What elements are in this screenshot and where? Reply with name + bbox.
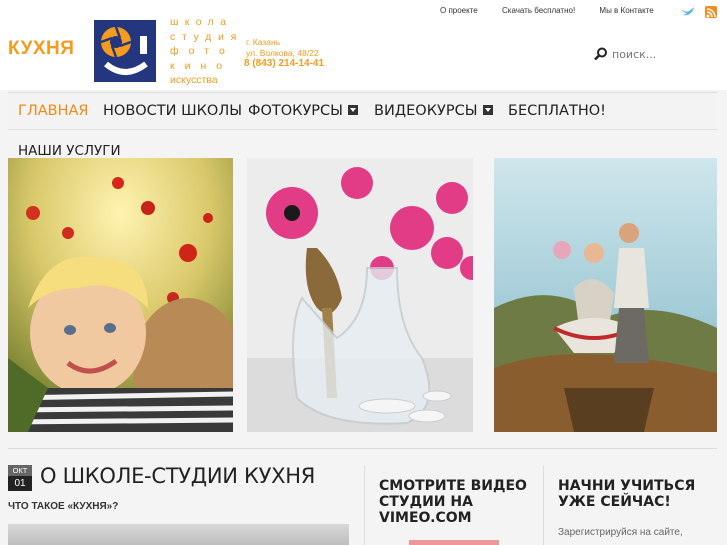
post-date-month: ОКТ: [8, 465, 32, 476]
nav-item-free[interactable]: БЕСПЛАТНО!: [508, 103, 606, 119]
widget-vimeo-title: СМОТРИТЕ ВИДЕО СТУДИИ НА VIMEO.COM: [379, 478, 527, 526]
widget-start-learning: НАЧНИ УЧИТЬСЯ УЖЕ СЕЙЧАС! Зарегистрируйс…: [543, 466, 717, 545]
logo-tagline: школа студия фото кино искусства: [170, 15, 240, 88]
address: г. Казань ул. Волкова, 48/22: [246, 37, 319, 59]
content-divider: [8, 448, 717, 449]
post-date: ОКТ 01: [8, 465, 32, 491]
post-subtitle: ЧТО ТАКОЕ «КУХНЯ»?: [8, 501, 119, 512]
search-box: [590, 44, 720, 64]
nav-item-video-courses[interactable]: ВИДЕОКУРСЫ: [374, 103, 493, 119]
widget-vimeo-title-line: СМОТРИТЕ ВИДЕО: [379, 478, 527, 494]
nav-item-photo-courses[interactable]: ФОТОКУРСЫ: [248, 103, 358, 119]
nav-item-services[interactable]: НАШИ УСЛУГИ: [18, 143, 121, 159]
logo-line-school: школа: [170, 16, 233, 28]
post-date-day: 01: [8, 476, 32, 491]
dropdown-caret-icon: [482, 105, 493, 115]
twitter-bird-icon[interactable]: [680, 6, 695, 18]
nav-label-video-courses: ВИДЕОКУРСЫ: [374, 103, 478, 119]
widget-vimeo-title-line: VIMEO.COM: [379, 510, 472, 526]
nav-item-news[interactable]: НОВОСТИ ШКОЛЫ: [103, 103, 242, 119]
nav-item-home[interactable]: ГЛАВНАЯ: [18, 103, 89, 119]
logo-line-cinema: кино: [170, 59, 233, 72]
widget-vimeo: СМОТРИТЕ ВИДЕО СТУДИИ НА VIMEO.COM: [364, 466, 542, 545]
gallery-photo-flask[interactable]: [247, 158, 473, 432]
widget-start-title-line: НАЧНИ УЧИТЬСЯ: [558, 478, 696, 494]
brand-word[interactable]: КУХНЯ: [8, 38, 74, 60]
widget-start-title-line: УЖЕ СЕЙЧАС!: [558, 494, 671, 510]
logo-line-studio: студия: [170, 30, 243, 43]
site-header: КУХНЯ школа студия фото кино искусства г…: [0, 0, 727, 90]
post-title[interactable]: О ШКОЛЕ-СТУДИИ КУХНЯ: [40, 464, 315, 488]
post-image: [8, 524, 349, 545]
top-links: О проекте Скачать бесплатно! Мы в Контак…: [440, 6, 676, 15]
search-icon[interactable]: [594, 47, 608, 61]
nav-label-free: БЕСПЛАТНО!: [508, 103, 606, 119]
school-logo[interactable]: [94, 20, 156, 82]
logo-line-art: искусства: [170, 74, 218, 86]
child-photo-image: [8, 158, 233, 432]
rss-icon[interactable]: [705, 6, 717, 18]
address-city: г. Казань: [246, 37, 281, 47]
couple-photo-image: [494, 158, 717, 432]
camera-aperture-logo-icon: [94, 20, 156, 82]
video-thumbnail[interactable]: [409, 540, 499, 545]
widget-vimeo-title-line: СТУДИИ НА: [379, 494, 473, 510]
logo-line-photo: фото: [170, 45, 235, 57]
widget-start-title: НАЧНИ УЧИТЬСЯ УЖЕ СЕЙЧАС!: [558, 478, 695, 510]
toplink-vkontakte[interactable]: Мы в Контакте: [599, 6, 653, 15]
nav-label-photo-courses: ФОТОКУРСЫ: [248, 103, 343, 119]
dropdown-caret-icon: [347, 105, 358, 115]
nav-label-news: НОВОСТИ ШКОЛЫ: [103, 103, 243, 119]
page: КУХНЯ школа студия фото кино искусства г…: [0, 0, 727, 545]
gallery-photo-child[interactable]: [8, 158, 233, 432]
nav-label-home: ГЛАВНАЯ: [18, 103, 89, 119]
widget-start-text: Зарегистрируйся на сайте,: [558, 527, 683, 538]
flask-photo-image: [247, 158, 473, 432]
gallery-photo-couple[interactable]: [494, 158, 717, 432]
search-input[interactable]: [612, 44, 717, 64]
phone-number: 8 (843) 214-14-41: [244, 58, 325, 69]
main-nav: ГЛАВНАЯ НОВОСТИ ШКОЛЫ ФОТОКУРСЫ ВИДЕОКУР…: [8, 92, 717, 130]
toplink-download[interactable]: Скачать бесплатно!: [502, 6, 575, 15]
toplink-about[interactable]: О проекте: [440, 6, 478, 15]
